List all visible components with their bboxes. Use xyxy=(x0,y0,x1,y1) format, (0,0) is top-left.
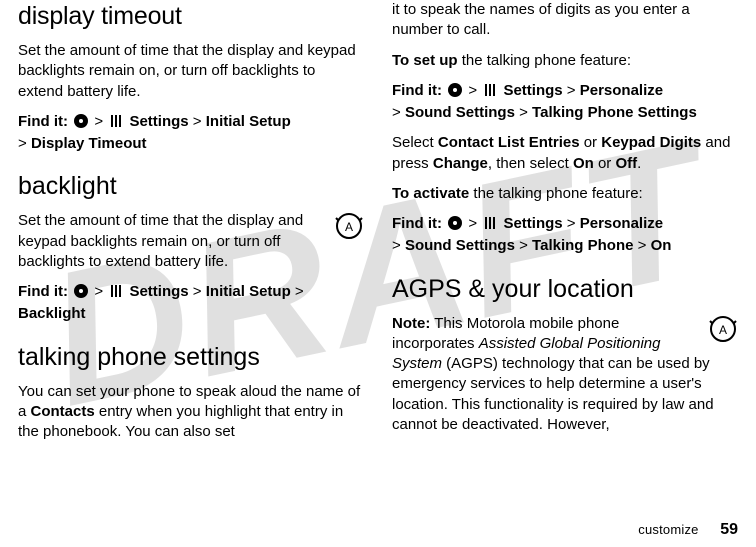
t: . xyxy=(637,155,641,172)
gt: > xyxy=(519,237,528,254)
contact-list-entries: Contact List Entries xyxy=(438,134,580,151)
svg-text:A: A xyxy=(345,220,353,234)
path-personalize: Personalize xyxy=(580,215,663,232)
to-set-up-label: To set up xyxy=(392,52,458,69)
page-content: display timeout Set the amount of time t… xyxy=(0,0,756,510)
gt: > xyxy=(638,237,647,254)
findit-display-timeout: Find it: > Settings > Initial Setup > Di… xyxy=(18,112,364,155)
gt: > xyxy=(567,82,576,99)
gt: > xyxy=(567,215,576,232)
para-to-set-up: To set up the talking phone feature: xyxy=(392,51,738,71)
para-agps: A Note: This Motorola mobile phone incor… xyxy=(392,314,738,436)
settings-label: Settings xyxy=(503,215,562,232)
path-initial-setup: Initial Setup xyxy=(206,283,291,300)
gt: > xyxy=(18,135,27,152)
change-label: Change xyxy=(433,155,488,172)
path-talking-phone-settings: Talking Phone Settings xyxy=(532,104,697,121)
settings-icon xyxy=(483,216,497,236)
para-backlight: A Set the amount of time that the displa… xyxy=(18,211,364,272)
path-display-timeout: Display Timeout xyxy=(31,135,147,152)
settings-label: Settings xyxy=(129,113,188,130)
gt: > xyxy=(392,237,401,254)
backlight-text: Set the amount of time that the display … xyxy=(18,212,303,270)
to-activate-label: To activate xyxy=(392,185,469,202)
path-on: On xyxy=(651,237,672,254)
settings-icon xyxy=(483,83,497,103)
path-sound-settings: Sound Settings xyxy=(405,104,515,121)
gt: > xyxy=(94,283,103,300)
findit-label: Find it: xyxy=(18,113,68,130)
settings-icon xyxy=(109,284,123,304)
gt: > xyxy=(519,104,528,121)
center-key-icon xyxy=(448,83,462,97)
contacts-label: Contacts xyxy=(31,403,95,420)
para-cont: it to speak the names of digits as you e… xyxy=(392,0,738,41)
heading-display-timeout: display timeout xyxy=(18,2,364,31)
path-sound-settings: Sound Settings xyxy=(405,237,515,254)
keypad-digits: Keypad Digits xyxy=(601,134,701,151)
to-activate-rest: the talking phone feature: xyxy=(469,185,642,202)
page-footer: customize 59 xyxy=(638,521,738,539)
gt: > xyxy=(94,113,103,130)
settings-label: Settings xyxy=(129,283,188,300)
svg-text:A: A xyxy=(719,323,727,337)
findit-talking-setup: Find it: > Settings > Personalize > Soun… xyxy=(392,81,738,124)
t: , then select xyxy=(488,155,573,172)
center-key-icon xyxy=(74,114,88,128)
gt: > xyxy=(468,82,477,99)
left-column: display timeout Set the amount of time t… xyxy=(18,0,364,510)
gt: > xyxy=(193,113,202,130)
gt: > xyxy=(468,215,477,232)
para-to-activate: To activate the talking phone feature: xyxy=(392,184,738,204)
gt: > xyxy=(392,104,401,121)
findit-backlight: Find it: > Settings > Initial Setup > Ba… xyxy=(18,282,364,325)
settings-icon xyxy=(109,114,123,134)
footer-section-label: customize xyxy=(638,522,698,537)
t: Select xyxy=(392,134,438,151)
heading-backlight: backlight xyxy=(18,172,364,201)
path-personalize: Personalize xyxy=(580,82,663,99)
findit-label: Find it: xyxy=(18,283,68,300)
note-label: Note: xyxy=(392,315,430,332)
on-label: On xyxy=(573,155,594,172)
center-key-icon xyxy=(74,284,88,298)
findit-label: Find it: xyxy=(392,82,442,99)
footer-page-number: 59 xyxy=(720,521,738,538)
t: or xyxy=(594,155,616,172)
to-set-up-rest: the talking phone feature: xyxy=(458,52,631,69)
center-key-icon xyxy=(448,216,462,230)
path-talking-phone: Talking Phone xyxy=(532,237,633,254)
gt: > xyxy=(193,283,202,300)
right-column: it to speak the names of digits as you e… xyxy=(392,0,738,510)
para-display-timeout: Set the amount of time that the display … xyxy=(18,41,364,102)
path-backlight: Backlight xyxy=(18,305,86,322)
findit-label: Find it: xyxy=(392,215,442,232)
findit-talking-activate: Find it: > Settings > Personalize > Soun… xyxy=(392,214,738,257)
settings-label: Settings xyxy=(503,82,562,99)
off-label: Off xyxy=(615,155,637,172)
para-talking-phone: You can set your phone to speak aloud th… xyxy=(18,382,364,443)
para-select: Select Contact List Entries or Keypad Di… xyxy=(392,133,738,174)
t: or xyxy=(580,134,602,151)
heading-talking-phone: talking phone settings xyxy=(18,343,364,372)
accessibility-icon: A xyxy=(708,314,738,350)
accessibility-icon: A xyxy=(334,211,364,247)
heading-agps: AGPS & your location xyxy=(392,275,738,304)
path-initial-setup: Initial Setup xyxy=(206,113,291,130)
gt: > xyxy=(295,283,304,300)
